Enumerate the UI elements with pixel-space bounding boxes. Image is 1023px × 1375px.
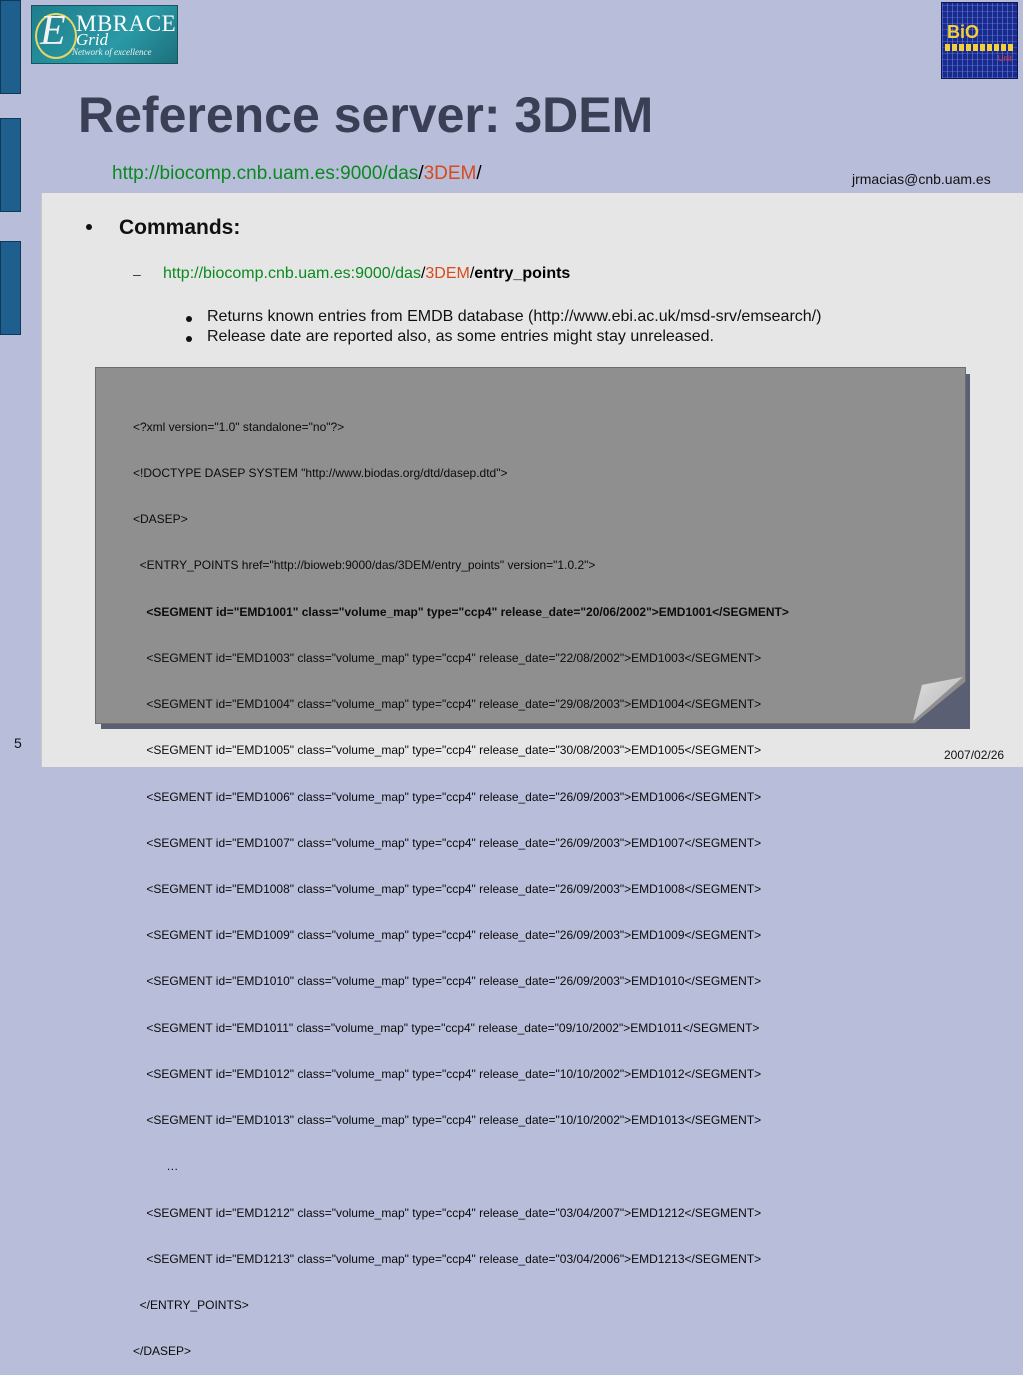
xml-line: <ENTRY_POINTS href="http://bioweb:9000/d… — [133, 558, 596, 573]
xml-line: <SEGMENT id="EMD1213" class="volume_map"… — [133, 1251, 762, 1266]
entry-points-endpoint[interactable]: entry_points — [474, 265, 570, 282]
slide-date: 2007/02/26 — [944, 748, 1005, 762]
xml-line: <SEGMENT id="EMD1005" class="volume_map"… — [133, 743, 762, 758]
entry-points-url-part[interactable]: 3DEM — [425, 265, 469, 282]
xml-line: <SEGMENT id="EMD1007" class="volume_map"… — [133, 835, 762, 850]
xml-line: <SEGMENT id="EMD1003" class="volume_map"… — [133, 650, 762, 665]
xml-response: <?xml version="1.0" standalone="no"?> <!… — [133, 389, 789, 1375]
sidebar-tab-2 — [0, 118, 21, 212]
xml-line: <SEGMENT id="EMD1012" class="volume_map"… — [133, 1066, 762, 1081]
xml-line: <SEGMENT id="EMD1008" class="volume_map"… — [133, 882, 762, 896]
xml-line: <DASEP> — [133, 512, 188, 527]
xml-line: <SEGMENT id="EMD1004" class="volume_map"… — [133, 697, 762, 712]
xml-line-highlighted: <SEGMENT id="EMD1001" class="volume_map"… — [133, 604, 789, 619]
xml-line: <SEGMENT id="EMD1212" class="volume_map"… — [133, 1205, 762, 1220]
sidebar-tab-1 — [0, 0, 21, 94]
xml-line: <SEGMENT id="EMD1006" class="volume_map"… — [133, 789, 762, 804]
bullet-item-returns: Returns known entries from EMDB database… — [207, 308, 822, 325]
bullet-dot — [86, 224, 92, 230]
xml-line: <SEGMENT id="EMD1011" class="volume_map"… — [133, 1020, 760, 1035]
xml-line: <SEGMENT id="EMD1009" class="volume_map"… — [133, 928, 762, 943]
xml-line: <?xml version="1.0" standalone="no"?> — [133, 419, 345, 434]
server-url-part[interactable]: 3DEM — [424, 163, 477, 184]
logo-unit-text: Unit — [997, 54, 1012, 63]
bio-unit-logo: BiO Unit — [941, 2, 1018, 79]
xml-line: </ENTRY_POINTS> — [133, 1297, 249, 1312]
entry-points-url-base[interactable]: http://biocomp.cnb.uam.es:9000/das — [163, 265, 421, 282]
xml-line: <SEGMENT id="EMD1010" class="volume_map"… — [133, 974, 762, 989]
logo-line2: Grid — [76, 30, 109, 49]
embrace-grid-logo: E MBRACE Grid Network of excellence — [31, 5, 178, 64]
sub-bullet-dash: – — [133, 266, 141, 282]
logo-strip — [945, 44, 1013, 51]
entry-points-url[interactable]: http://biocomp.cnb.uam.es:9000/das/3DEM/… — [163, 265, 570, 283]
author-email[interactable]: jrmacias@cnb.uam.es — [852, 171, 991, 187]
server-url-base[interactable]: http://biocomp.cnb.uam.es:9000/das — [112, 163, 418, 184]
bullet-item-release: Release date are reported also, as some … — [207, 328, 714, 345]
xml-line: </DASEP> — [133, 1344, 192, 1359]
page-number: 5 — [14, 735, 22, 751]
logo-em-letter: E — [40, 8, 66, 54]
bullet-dot — [186, 316, 192, 322]
logo-bio-text: BiO — [947, 22, 980, 42]
logo-tagline: Network of excellence — [72, 47, 152, 57]
server-url[interactable]: http://biocomp.cnb.uam.es:9000/das/3DEM/ — [112, 163, 482, 185]
server-url-sep2: / — [476, 163, 482, 184]
commands-heading: Commands: — [119, 216, 241, 239]
xml-line-ellipsis: … — [133, 1159, 179, 1174]
sidebar-tab-3 — [0, 241, 21, 335]
xml-line: <SEGMENT id="EMD1013" class="volume_map"… — [133, 1113, 762, 1128]
bullet-dot — [186, 336, 192, 342]
xml-line: <!DOCTYPE DASEP SYSTEM "http://www.bioda… — [133, 466, 508, 481]
slide-title: Reference server: 3DEM — [78, 87, 654, 143]
